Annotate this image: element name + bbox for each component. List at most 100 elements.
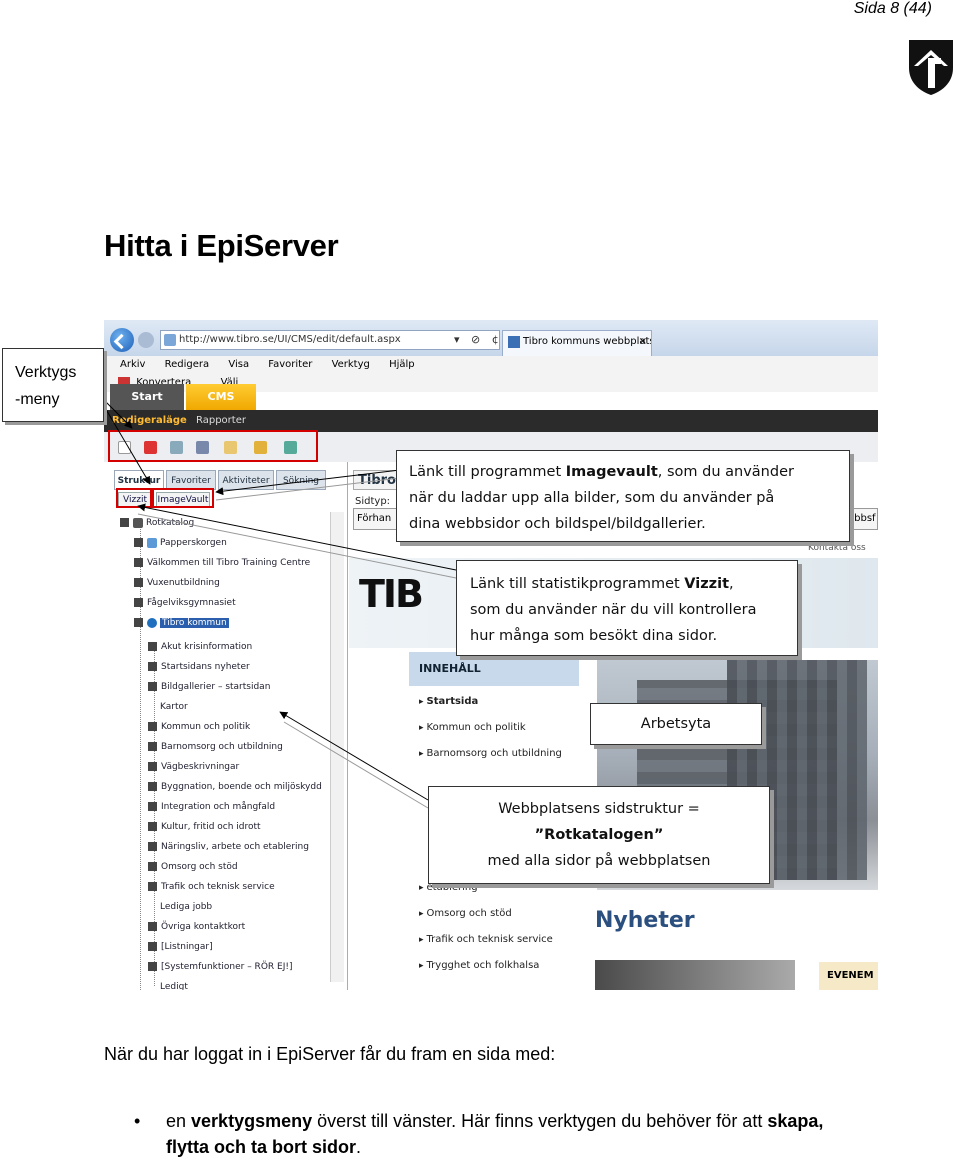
- expand-icon[interactable]: [148, 942, 157, 951]
- tab-aktiviteter[interactable]: Aktiviteter: [218, 470, 274, 490]
- browser-tab[interactable]: Tibro kommuns webbplats ... ×: [502, 330, 652, 356]
- nav-trygghet[interactable]: Trygghet och folkhalsa: [419, 960, 540, 971]
- browser-address-bar: http://www.tibro.se/UI/CMS/edit/default.…: [104, 320, 878, 356]
- tree-item[interactable]: Fågelviksgymnasiet: [134, 596, 236, 610]
- intro-text: När du har loggat in i EpiServer får du …: [104, 1044, 556, 1064]
- browser-menu-bar: Arkiv Redigera Visa Favoriter Verktyg Hj…: [104, 356, 878, 374]
- expand-icon[interactable]: [148, 842, 157, 851]
- mode-bar: Redigeraläge Rapporter: [104, 410, 878, 432]
- url-input[interactable]: http://www.tibro.se/UI/CMS/edit/default.…: [160, 330, 500, 350]
- expand-icon[interactable]: [134, 598, 143, 607]
- expand-icon[interactable]: [148, 922, 157, 931]
- expand-icon[interactable]: [148, 662, 157, 671]
- tab-struktur[interactable]: Struktur: [114, 470, 164, 490]
- callout-vizzit: Länk till statistikprogrammet Vizzit, so…: [456, 560, 798, 656]
- imagevault-highlight: [152, 488, 214, 508]
- page-title: Hitta i EpiServer: [104, 228, 339, 263]
- tree-item[interactable]: Integration och mångfald: [148, 800, 275, 814]
- nav-trafik[interactable]: Trafik och teknisk service: [419, 934, 553, 945]
- close-tab-icon[interactable]: ×: [639, 331, 647, 353]
- preview-tab[interactable]: Förhan: [353, 508, 397, 530]
- tree-item-root[interactable]: Rotkatalog: [120, 516, 194, 530]
- bullet-dot: •: [134, 1111, 141, 1131]
- tree-item[interactable]: [Systemfunktioner – RÖR EJ!]: [148, 960, 292, 974]
- structure-panel: Struktur Favoriter Aktiviteter Sökning V…: [104, 462, 348, 990]
- recycle-icon: [147, 537, 157, 548]
- tree-item[interactable]: Startsidans nyheter: [148, 660, 250, 674]
- tab-sokning[interactable]: Sökning: [276, 470, 326, 490]
- menu-hjalp[interactable]: Hjälp: [389, 356, 415, 374]
- nav-omsorg[interactable]: Omsorg och stöd: [419, 908, 512, 919]
- expand-icon[interactable]: [148, 682, 157, 691]
- collapse-icon[interactable]: [120, 518, 129, 527]
- expand-icon[interactable]: [148, 762, 157, 771]
- tree-item[interactable]: [Listningar]: [148, 940, 213, 954]
- tree-item[interactable]: Välkommen till Tibro Training Centre: [134, 556, 310, 570]
- tree-guide: [154, 646, 155, 986]
- expand-icon[interactable]: [148, 962, 157, 971]
- expand-icon[interactable]: [134, 578, 143, 587]
- contact-link[interactable]: Kontakta oss: [808, 540, 878, 556]
- back-icon[interactable]: [110, 328, 134, 352]
- callout-imagevault: Länk till programmet Imagevault, som du …: [396, 450, 850, 542]
- tree-item[interactable]: Kultur, fritid och idrott: [148, 820, 261, 834]
- news-image: [595, 960, 795, 990]
- tree-item[interactable]: Trafik och teknisk service: [148, 880, 275, 894]
- expand-icon[interactable]: [134, 558, 143, 567]
- expand-icon[interactable]: [148, 822, 157, 831]
- nav-kommun[interactable]: Kommun och politik: [419, 722, 526, 733]
- tree-item[interactable]: Papperskorgen: [134, 536, 227, 550]
- expand-icon[interactable]: [148, 882, 157, 891]
- nav-startsida[interactable]: Startsida: [419, 696, 479, 707]
- menu-verktyg[interactable]: Verktyg: [332, 356, 370, 374]
- toolbar-highlight: [108, 430, 318, 462]
- expand-icon[interactable]: [148, 782, 157, 791]
- tree-item[interactable]: Näringsliv, arbete och etablering: [148, 840, 309, 854]
- tree-item[interactable]: Byggnation, boende och miljöskydd: [148, 780, 322, 794]
- page-icon: [164, 334, 176, 346]
- callout-sidstruktur: Webbplatsens sidstruktur = ”Rotkatalogen…: [428, 786, 770, 884]
- menu-arkiv[interactable]: Arkiv: [120, 356, 145, 374]
- bullet-text: en verktygsmeny överst till vänster. Här…: [166, 1111, 824, 1157]
- tab-start[interactable]: Start: [110, 384, 184, 410]
- callout-verktygsmeny: Verktygs -meny: [2, 348, 104, 422]
- tree-item[interactable]: Akut krisinformation: [148, 640, 252, 654]
- menu-redigera[interactable]: Redigera: [165, 356, 210, 374]
- expand-icon[interactable]: [134, 538, 143, 547]
- expand-icon[interactable]: [148, 862, 157, 871]
- tab-favicon-icon: [508, 336, 520, 348]
- tree-item[interactable]: Ledigt: [160, 980, 188, 990]
- expand-icon[interactable]: [148, 742, 157, 751]
- tree-item[interactable]: Lediga jobb: [160, 900, 212, 914]
- callout-arbetsyta: Arbetsyta: [590, 703, 762, 745]
- vizzit-highlight: [116, 488, 152, 508]
- globe-icon: [147, 617, 157, 628]
- news-heading: Nyheter: [595, 908, 695, 933]
- tab-favoriter[interactable]: Favoriter: [166, 470, 216, 490]
- tab-cms[interactable]: CMS: [186, 384, 256, 410]
- edit-mode-link[interactable]: Redigeraläge: [112, 410, 187, 432]
- collapse-icon[interactable]: [134, 618, 143, 627]
- menu-favoriter[interactable]: Favoriter: [268, 356, 312, 374]
- tree-item[interactable]: Vägbeskrivningar: [148, 760, 239, 774]
- events-heading: EVENEM: [819, 962, 878, 990]
- tree-scrollbar[interactable]: [330, 512, 344, 982]
- tree-item[interactable]: Övriga kontaktkort: [148, 920, 245, 934]
- expand-icon[interactable]: [148, 802, 157, 811]
- folder-icon: [133, 517, 143, 528]
- tree-item[interactable]: Barnomsorg och utbildning: [148, 740, 283, 754]
- site-tab[interactable]: Tibro: [353, 470, 401, 490]
- tree-item[interactable]: Vuxenutbildning: [134, 576, 220, 590]
- menu-visa[interactable]: Visa: [228, 356, 249, 374]
- tree-item[interactable]: Kommun och politik: [148, 720, 250, 734]
- tree-item[interactable]: Bildgallerier – startsidan: [148, 680, 270, 694]
- expand-icon[interactable]: [148, 722, 157, 731]
- reports-link[interactable]: Rapporter: [196, 410, 246, 432]
- tree-item[interactable]: Omsorg och stöd: [148, 860, 238, 874]
- tree-item-tibro[interactable]: Tibro kommun: [134, 616, 229, 630]
- nav-barnomsorg[interactable]: Barnomsorg och utbildning: [419, 748, 562, 759]
- forward-icon[interactable]: [138, 332, 154, 348]
- tree-item[interactable]: Kartor: [160, 700, 188, 714]
- tree-guide: [140, 524, 141, 990]
- expand-icon[interactable]: [148, 642, 157, 651]
